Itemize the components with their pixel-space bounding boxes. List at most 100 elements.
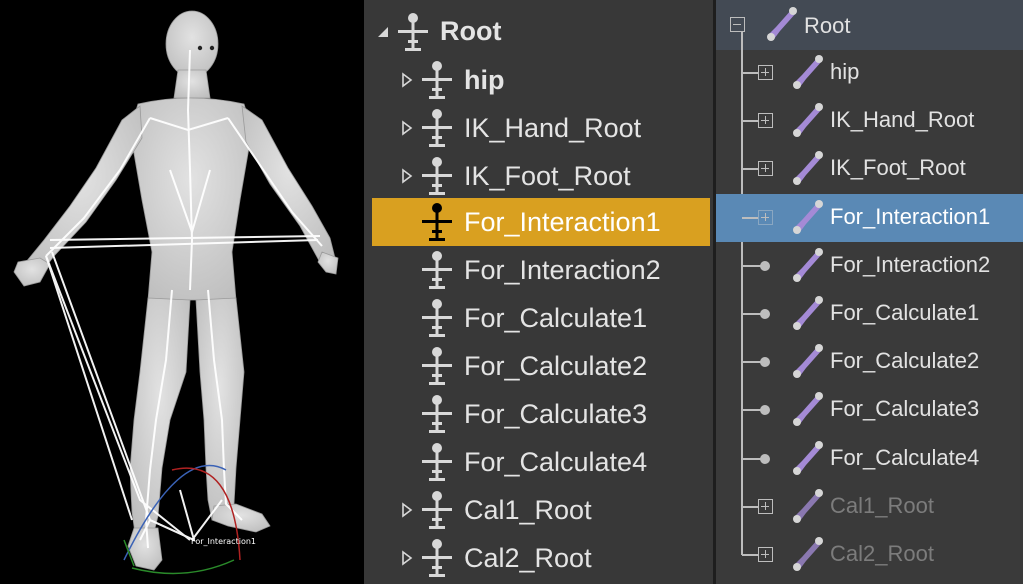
tree-item-a[interactable]: For_Interaction1 [372,198,710,246]
leaf-dot-icon [760,454,770,464]
tree-item-b[interactable]: For_Calculate3 [716,386,1023,434]
tree-item-a[interactable]: hip [364,56,713,104]
tree-label: For_Calculate4 [464,447,648,477]
bone-icon [793,441,823,475]
expand-triangle-icon[interactable] [400,548,414,568]
tree-item-a[interactable]: For_Interaction2 [364,246,713,294]
joint-icon [422,299,452,337]
tree-item-b[interactable]: For_Calculate4 [716,435,1023,483]
joint-icon [422,539,452,577]
character-model [13,10,339,575]
expand-triangle-icon[interactable] [400,118,414,138]
tree-connector-line [742,554,758,556]
tree-connector-line [742,168,758,170]
tree-label: For_Calculate2 [830,348,980,373]
hierarchy-panel-b[interactable]: Root hip IK_Hand_Root IK_Foot_Root For_Inte… [716,0,1023,584]
tree-root-a[interactable]: Root [364,8,713,56]
tree-item-b[interactable]: For_Interaction1 [716,194,1023,242]
expand-plus-icon[interactable] [758,499,773,514]
viewport-bone-label: For_Interaction1 [191,537,256,546]
joint-icon [422,251,452,289]
tree-item-b[interactable]: For_Calculate1 [716,290,1023,338]
bone-icon [793,103,823,137]
bone-icon [793,344,823,378]
tree-item-a[interactable]: For_Calculate1 [364,294,713,342]
tree-label: For_Interaction1 [464,207,661,237]
leaf-dot-icon [760,309,770,319]
tree-item-a[interactable]: For_Calculate2 [364,342,713,390]
3d-viewport[interactable]: For_Interaction1 [0,0,364,584]
leaf-dot-icon [760,405,770,415]
bone-icon [767,7,797,41]
bone-icon [793,537,823,571]
tree-connector-line [742,217,758,219]
tree-label: hip [464,65,505,95]
tree-item-a[interactable]: IK_Hand_Root [364,104,713,152]
expand-plus-icon[interactable] [758,210,773,225]
tree-label: Root [440,16,502,46]
tree-item-a[interactable]: For_Calculate3 [364,390,713,438]
tree-label: IK_Hand_Root [464,113,642,143]
expand-triangle-icon[interactable] [400,166,414,186]
collapse-minus-icon[interactable] [730,17,745,32]
tree-item-b[interactable]: Cal1_Root [716,483,1023,531]
tree-item-b[interactable]: hip [716,49,1023,97]
tree-label: For_Calculate4 [830,445,980,470]
tree-label: For_Calculate1 [464,303,648,333]
tree-label: For_Calculate1 [830,300,980,325]
expand-plus-icon[interactable] [758,547,773,562]
bone-icon [793,296,823,330]
joint-icon [422,61,452,99]
tree-connector-line [742,506,758,508]
tree-label: Cal1_Root [464,495,592,525]
tree-label: Cal1_Root [830,493,934,518]
expand-triangle-icon[interactable] [400,500,414,520]
collapse-triangle-icon[interactable] [376,22,390,42]
bone-icon [793,151,823,185]
joint-icon [422,347,452,385]
tree-label: IK_Hand_Root [830,107,975,132]
joint-icon [422,157,452,195]
tree-label: Cal2_Root [464,543,592,573]
joint-icon [422,491,452,529]
expand-plus-icon[interactable] [758,161,773,176]
bone-icon [793,55,823,89]
tree-item-a[interactable]: Cal1_Root [364,486,713,534]
tree-label: IK_Foot_Root [464,161,631,191]
tree-item-a[interactable]: Cal2_Root [364,534,713,582]
expand-plus-icon[interactable] [758,65,773,80]
tree-item-a[interactable]: IK_Foot_Root [364,152,713,200]
tree-item-b[interactable]: IK_Hand_Root [716,97,1023,145]
leaf-dot-icon [760,357,770,367]
tree-connector-line [742,313,762,315]
tree-label: For_Interaction2 [464,255,661,285]
tree-item-b[interactable]: For_Calculate2 [716,338,1023,386]
joint-icon [422,443,452,481]
tree-connector-line [742,72,758,74]
tree-label: For_Calculate2 [464,351,648,381]
tree-label: For_Interaction2 [830,252,991,277]
tree-label: Root [804,13,851,38]
tree-connector-line [742,361,762,363]
bone-icon [793,392,823,426]
tree-item-b[interactable]: Cal2_Root [716,531,1023,579]
joint-icon [422,395,452,433]
expand-triangle-icon[interactable] [400,70,414,90]
expand-plus-icon[interactable] [758,113,773,128]
tree-item-a[interactable]: For_Calculate4 [364,438,713,486]
tree-root-b[interactable]: Root [716,0,1023,50]
tree-item-b[interactable]: IK_Foot_Root [716,145,1023,193]
tree-label: IK_Foot_Root [830,155,966,180]
tree-connector-line [742,120,758,122]
joint-icon [398,13,428,51]
joint-icon [422,109,452,147]
bone-icon [793,200,823,234]
tree-item-b[interactable]: For_Interaction2 [716,242,1023,290]
tree-label: Cal2_Root [830,541,934,566]
tree-label: hip [830,59,860,84]
hierarchy-panel-a[interactable]: Root hip IK_Hand_Root IK_Foot_Root For_Inte… [364,0,713,584]
joint-icon [422,203,452,241]
tree-label: For_Interaction1 [830,204,991,229]
leaf-dot-icon [760,261,770,271]
tree-label: For_Calculate3 [464,399,648,429]
